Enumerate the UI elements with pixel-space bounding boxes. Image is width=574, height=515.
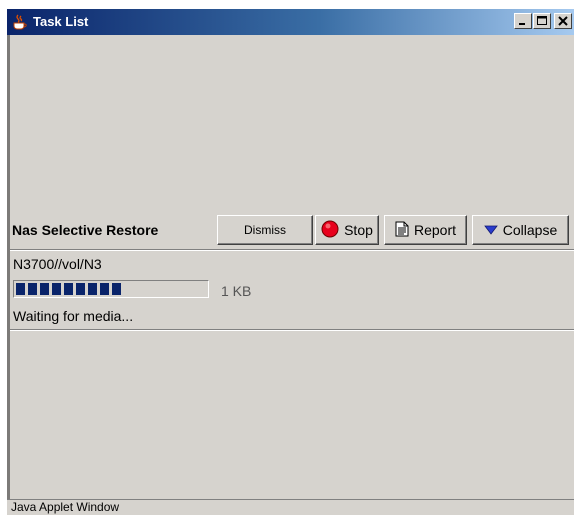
progress-segment [40,283,49,295]
title-bar[interactable]: Task List [7,9,574,35]
document-icon [395,221,409,240]
progress-segment [88,283,97,295]
stop-label: Stop [344,222,373,238]
progress-segment [76,283,85,295]
transfer-size: 1 KB [221,283,252,299]
collapse-label: Collapse [502,222,558,238]
progress-segment [100,283,109,295]
report-button[interactable]: Report [384,215,467,245]
task-panel: Nas Selective Restore Dismiss Stop Repor… [7,35,574,499]
minimize-icon[interactable] [514,13,532,29]
dismiss-label: Dismiss [244,223,286,237]
progress-segment [112,283,121,295]
progress-fill [16,283,130,295]
progress-bar [13,280,209,298]
maximize-icon[interactable] [533,13,551,29]
dismiss-button[interactable]: Dismiss [217,215,313,245]
stop-icon [321,220,339,241]
window-title: Task List [33,14,89,29]
applet-status-bar: Java Applet Window [7,499,574,515]
progress-segment [16,283,25,295]
status-bar-text: Java Applet Window [11,500,120,514]
progress-segment [28,283,37,295]
panel-border [7,35,10,499]
task-list-window: Task List Nas Selective Restore Dismiss … [6,8,574,515]
progress-segment [64,283,73,295]
task-status: Waiting for media... [13,308,134,324]
task-path: N3700//vol/N3 [13,256,102,272]
progress-segment [52,283,61,295]
divider [10,249,574,251]
divider [10,329,574,331]
triangle-down-icon [483,222,498,238]
task-title: Nas Selective Restore [12,222,159,238]
java-coffee-cup-icon [11,13,29,31]
collapse-button[interactable]: Collapse [472,215,569,245]
close-icon[interactable] [554,13,572,29]
report-label: Report [413,222,457,238]
stop-button[interactable]: Stop [315,215,379,245]
